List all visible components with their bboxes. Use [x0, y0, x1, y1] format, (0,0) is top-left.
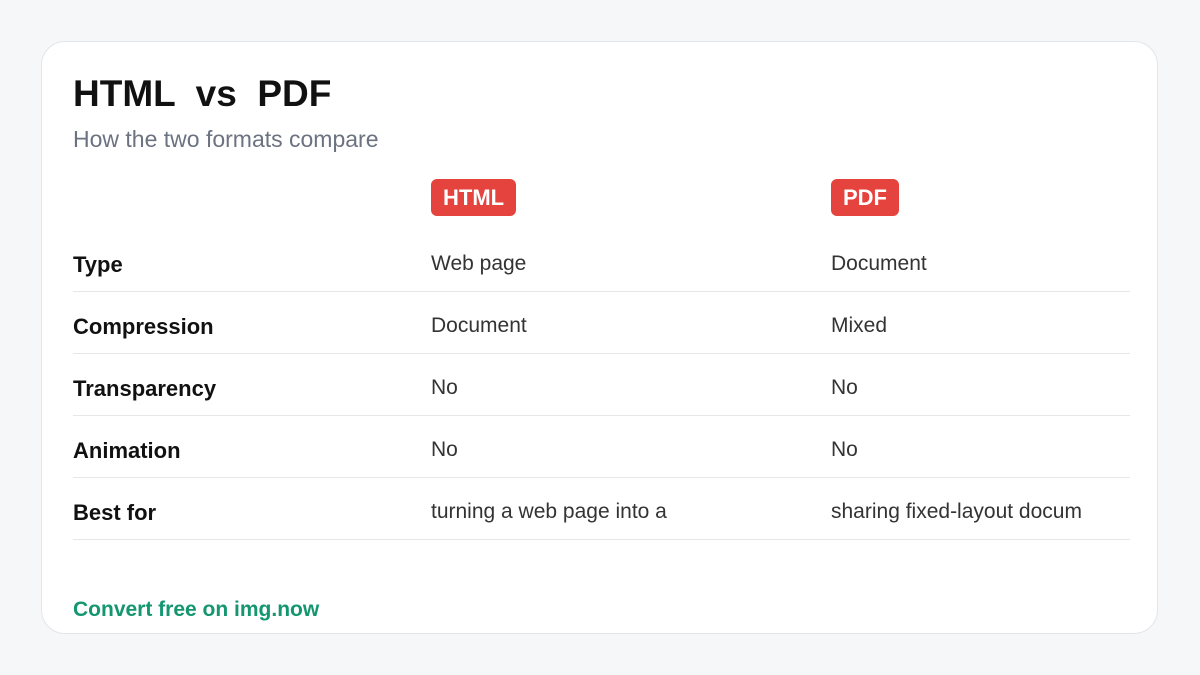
- pdf-value: No: [831, 376, 858, 399]
- pdf-value: Document: [831, 252, 927, 275]
- table-row-type: Type Web page Document: [73, 230, 1130, 292]
- pdf-value: Mixed: [831, 314, 888, 337]
- row-label: Transparency: [73, 376, 217, 401]
- comparison-table: Type Web page Document Compression Docum…: [73, 230, 1130, 540]
- row-label: Type: [73, 252, 123, 277]
- html-value: No: [431, 376, 458, 399]
- table-row-animation: Animation No No: [73, 416, 1130, 478]
- convert-link[interactable]: Convert free on img.now: [73, 598, 319, 622]
- table-row-best-for: Best for turning a web page into a shari…: [73, 478, 1130, 540]
- row-label: Best for: [73, 500, 157, 525]
- pdf-column-badge: PDF: [831, 179, 899, 216]
- row-label: Compression: [73, 314, 214, 339]
- pdf-value: sharing fixed-layout docum: [831, 500, 1082, 523]
- table-row-compression: Compression Document Mixed: [73, 292, 1130, 354]
- html-value: Document: [431, 314, 527, 337]
- comparison-card: HTML vs PDF How the two formats compare …: [41, 41, 1158, 634]
- page-title: HTML vs PDF: [73, 73, 332, 114]
- html-value: turning a web page into a: [431, 500, 667, 523]
- table-row-transparency: Transparency No No: [73, 354, 1130, 416]
- row-label: Animation: [73, 438, 181, 463]
- page-subtitle: How the two formats compare: [73, 126, 379, 152]
- pdf-value: No: [831, 438, 858, 461]
- html-column-badge: HTML: [431, 179, 517, 216]
- html-value: Web page: [431, 252, 527, 275]
- html-value: No: [431, 438, 458, 461]
